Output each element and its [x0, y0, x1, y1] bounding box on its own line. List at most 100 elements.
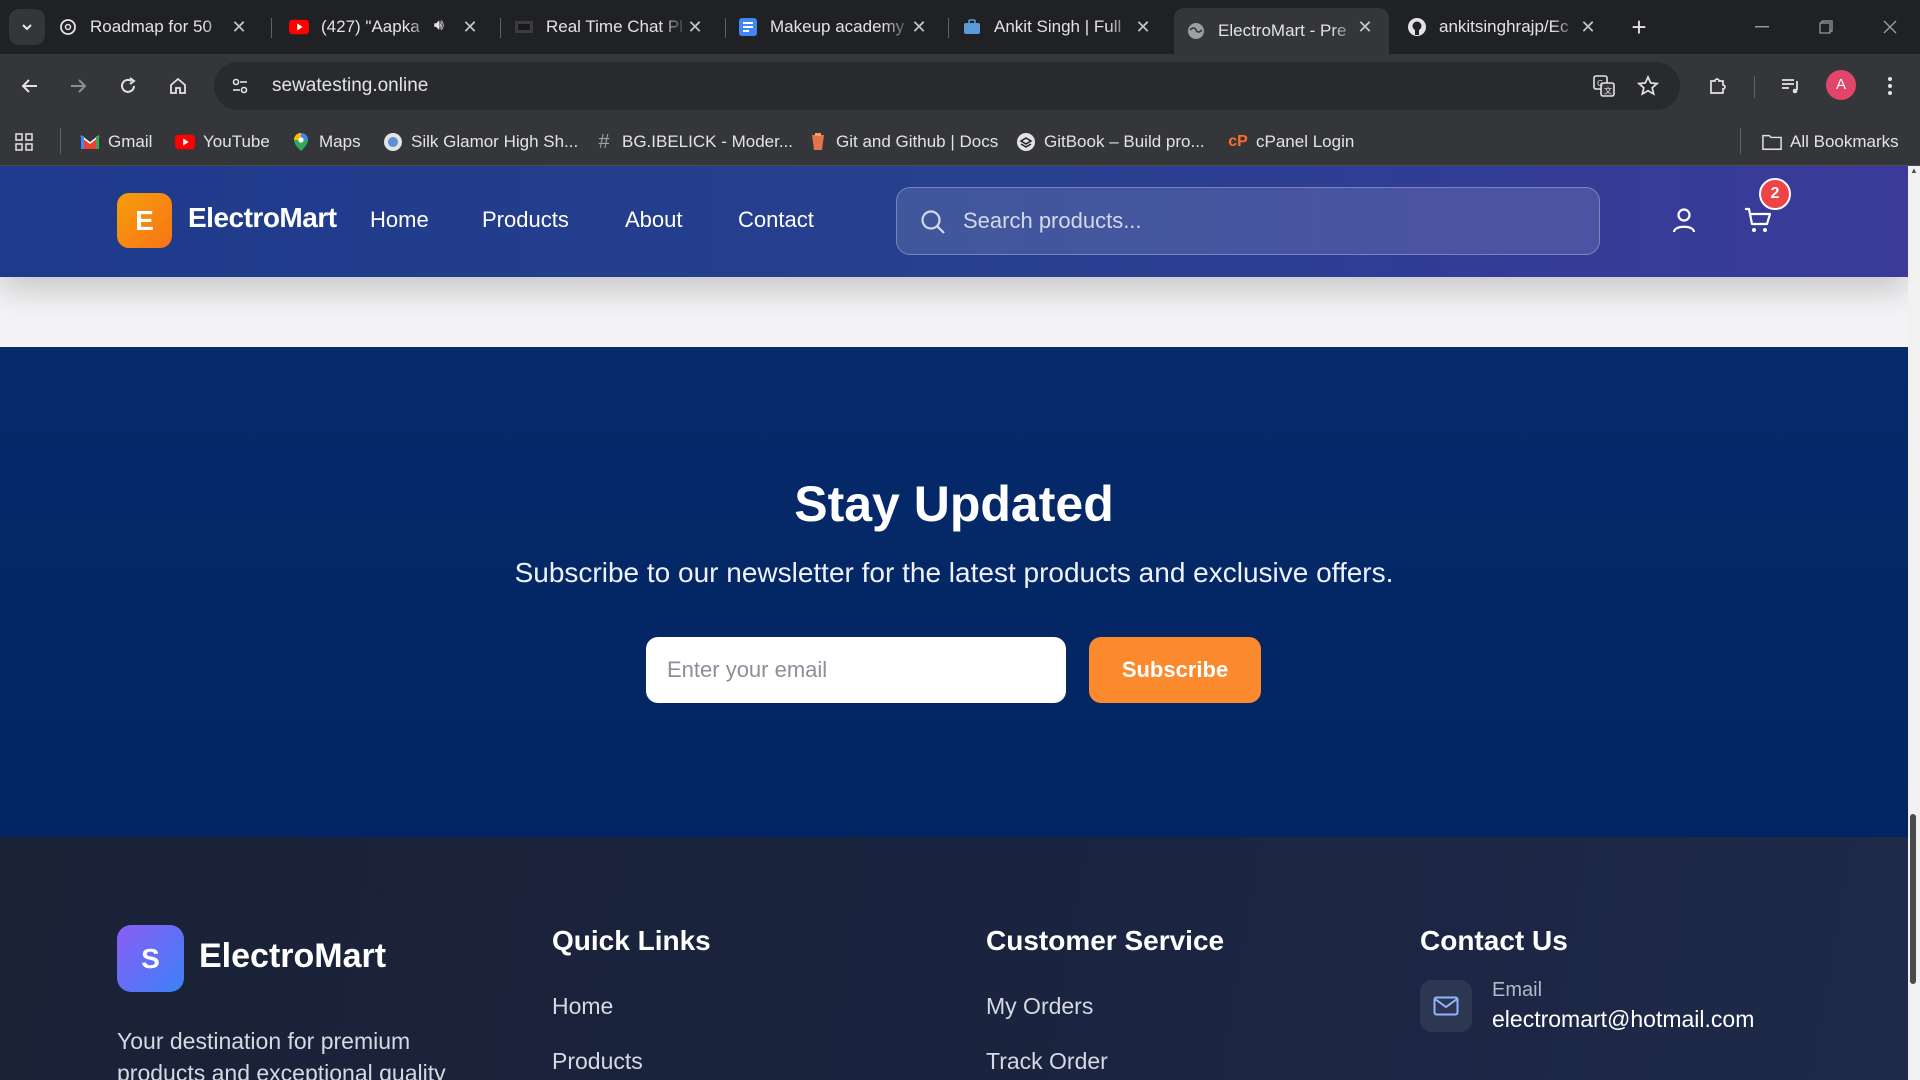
- mail-icon: [1420, 980, 1472, 1032]
- tab-divider: [725, 18, 726, 38]
- bookmark-label: Maps: [319, 132, 361, 151]
- browser-tab[interactable]: Ankit Singh | Full ✕: [962, 8, 1167, 46]
- reload-button[interactable]: [110, 68, 146, 104]
- tab-title: ankitsinghrajp/Ec: [1439, 17, 1569, 36]
- forward-button[interactable]: [60, 68, 96, 104]
- svg-text:G: G: [1597, 79, 1603, 88]
- profile-avatar[interactable]: A: [1826, 70, 1856, 100]
- bookmark-item[interactable]: cP cPanel Login: [1228, 128, 1354, 156]
- nav-products[interactable]: Products: [482, 207, 569, 233]
- maps-icon: [291, 132, 311, 152]
- github-icon: [1407, 17, 1427, 37]
- bookmark-item[interactable]: Maps: [291, 128, 361, 156]
- footer-link-my-orders[interactable]: My Orders: [986, 993, 1093, 1020]
- more-vertical-icon: [1888, 77, 1892, 95]
- minimize-button[interactable]: [1732, 0, 1792, 54]
- browser-tab[interactable]: Real Time Chat Pl ✕: [514, 8, 719, 46]
- translate-button[interactable]: G文: [1586, 68, 1622, 104]
- search-icon: [919, 208, 947, 241]
- folder-icon: [1762, 132, 1782, 152]
- address-bar[interactable]: sewatesting.online: [214, 62, 1680, 110]
- bookmark-item[interactable]: Silk Glamor High Sh...: [383, 128, 578, 156]
- subscribe-button[interactable]: Subscribe: [1089, 637, 1261, 703]
- contact-us-heading: Contact Us: [1420, 925, 1568, 956]
- tab-search-button[interactable]: [9, 9, 45, 45]
- nav-home[interactable]: Home: [370, 207, 429, 233]
- all-bookmarks-button[interactable]: All Bookmarks: [1762, 128, 1899, 156]
- apps-button[interactable]: [14, 128, 42, 156]
- back-button[interactable]: [12, 68, 48, 104]
- search-input[interactable]: [963, 202, 1563, 240]
- gitbook-icon: [1016, 132, 1036, 152]
- bookmark-label: GitBook – Build pro...: [1044, 132, 1205, 151]
- close-icon[interactable]: ✕: [909, 17, 929, 37]
- logo-badge[interactable]: E: [117, 193, 172, 248]
- footer-link-home[interactable]: Home: [552, 993, 613, 1020]
- new-tab-button[interactable]: +: [1624, 12, 1654, 42]
- tab-title: Ankit Singh | Full: [994, 17, 1122, 36]
- account-button[interactable]: [1666, 202, 1702, 238]
- browser-tab[interactable]: (427) "Aapka 🔊︎ ✕: [289, 8, 494, 46]
- browser-tab-bar: Roadmap for 50 ✕ (427) "Aapka 🔊︎ ✕ Real …: [0, 0, 1920, 54]
- extensions-button[interactable]: [1700, 68, 1736, 104]
- browser-menu-button[interactable]: [1872, 68, 1908, 104]
- footer-logo-badge[interactable]: S: [117, 925, 184, 992]
- bookmarks-bar: Gmail YouTube Maps Silk Glamor High Sh..…: [0, 118, 1920, 166]
- email-address-link[interactable]: electromart@hotmail.com: [1492, 1006, 1754, 1033]
- footer-brand-name[interactable]: ElectroMart: [199, 937, 386, 976]
- bookmark-item[interactable]: YouTube: [175, 128, 270, 156]
- close-icon[interactable]: ✕: [1133, 17, 1153, 37]
- puzzle-icon: [1710, 78, 1726, 94]
- nav-about[interactable]: About: [625, 207, 683, 233]
- restore-button[interactable]: [1796, 0, 1856, 54]
- footer-link-track-order[interactable]: Track Order: [986, 1048, 1108, 1075]
- bookmark-star-button[interactable]: [1630, 68, 1666, 104]
- home-button[interactable]: [160, 68, 196, 104]
- close-icon: [1883, 20, 1897, 34]
- media-controls-button[interactable]: [1772, 68, 1808, 104]
- tab-title: (427) "Aapka: [321, 17, 420, 36]
- close-window-button[interactable]: [1860, 0, 1920, 54]
- arrow-left-icon: [21, 79, 37, 93]
- tab-divider: [500, 18, 501, 38]
- chevron-down-icon: [22, 24, 32, 31]
- queue-music-icon: [1782, 79, 1798, 94]
- newsletter-email-input[interactable]: [646, 637, 1066, 703]
- briefcase-icon: [962, 17, 982, 37]
- bookmark-label: Gmail: [108, 132, 153, 151]
- close-icon[interactable]: ✕: [1578, 17, 1598, 37]
- site-icon: [383, 132, 403, 152]
- footer-link-products[interactable]: Products: [552, 1048, 643, 1075]
- browser-tab[interactable]: Makeup academy ✕: [738, 8, 943, 46]
- customer-service-heading: Customer Service: [986, 925, 1225, 956]
- arrow-right-icon: [71, 79, 87, 93]
- site-info-button[interactable]: [222, 68, 258, 104]
- newsletter-title: Stay Updated: [794, 476, 1114, 532]
- browser-tab[interactable]: ankitsinghrajp/Ec ✕: [1407, 8, 1612, 46]
- all-bookmarks-label: All Bookmarks: [1790, 132, 1899, 151]
- tab-divider: [948, 18, 949, 38]
- close-icon[interactable]: ✕: [1355, 17, 1375, 37]
- close-icon[interactable]: ✕: [229, 17, 249, 37]
- bookmark-item[interactable]: GitBook – Build pro...: [1016, 128, 1205, 156]
- nav-contact[interactable]: Contact: [738, 207, 814, 233]
- bookmark-item[interactable]: # BG.IBELICK - Moder...: [594, 128, 793, 156]
- svg-text:文: 文: [1604, 86, 1612, 96]
- browser-tab[interactable]: Roadmap for 50 ✕: [58, 8, 263, 46]
- product-search[interactable]: [896, 187, 1600, 255]
- close-icon[interactable]: ✕: [685, 17, 705, 37]
- bookmark-item[interactable]: Gmail: [80, 128, 152, 156]
- url-text[interactable]: sewatesting.online: [272, 75, 428, 97]
- scrollbar-thumb[interactable]: [1910, 814, 1916, 984]
- bookmark-item[interactable]: Git and Github | Docs: [808, 128, 998, 156]
- cpanel-icon: cP: [1228, 133, 1248, 150]
- speaker-icon[interactable]: 🔊︎: [434, 17, 444, 35]
- close-icon[interactable]: ✕: [460, 17, 480, 37]
- scroll-up-arrow-icon[interactable]: ▲: [1909, 166, 1919, 178]
- brand-name[interactable]: ElectroMart: [188, 202, 337, 234]
- page-scrollbar[interactable]: ▲: [1908, 166, 1920, 1080]
- page-viewport: E ElectroMart Home Products About Contac…: [0, 166, 1908, 1080]
- gmail-icon: [80, 132, 100, 152]
- browser-toolbar: sewatesting.online G文 A: [0, 54, 1920, 118]
- browser-tab-active[interactable]: ElectroMart - Pre ✕: [1174, 8, 1389, 54]
